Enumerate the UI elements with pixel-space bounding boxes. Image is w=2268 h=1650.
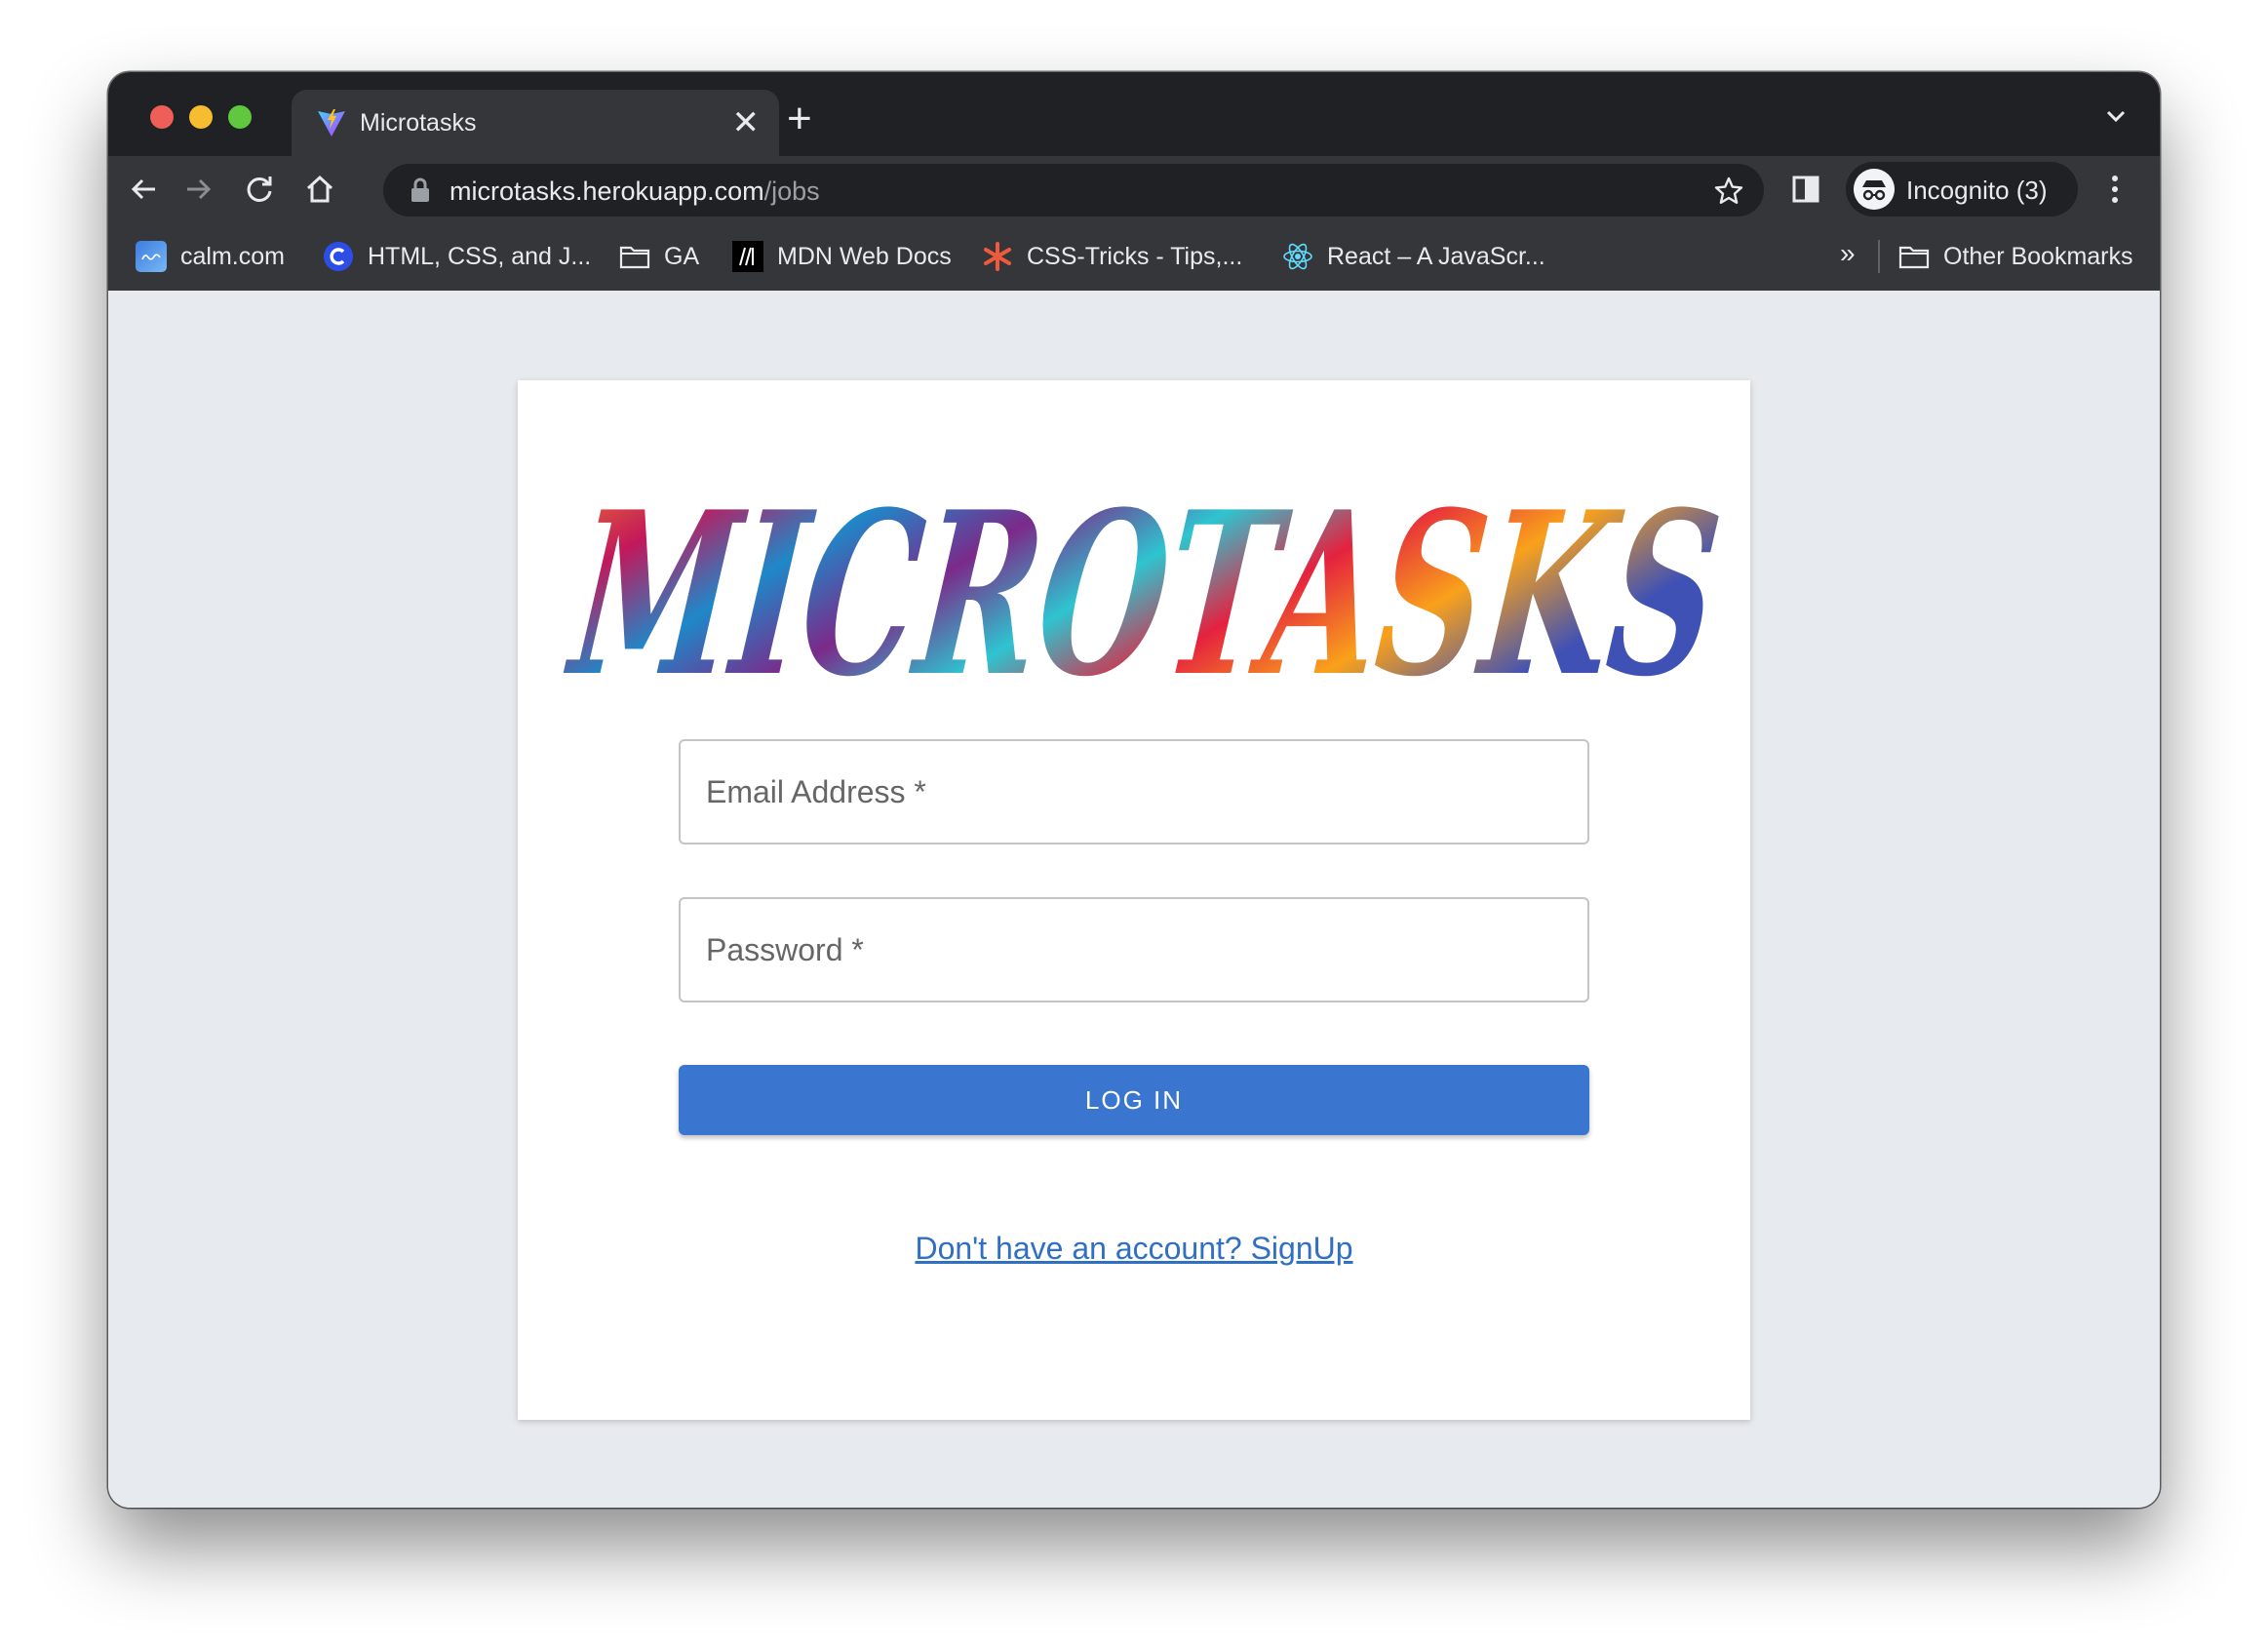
other-bookmarks[interactable]: Other Bookmarks xyxy=(1898,222,2133,291)
reload-icon[interactable] xyxy=(242,172,277,207)
url-host: microtasks.herokuapp.com xyxy=(450,177,764,206)
folder-icon xyxy=(1898,246,1930,269)
close-window-button[interactable] xyxy=(150,105,174,129)
bookmarks-overflow-button[interactable]: » xyxy=(1840,238,1856,269)
bookmark-folder-ga[interactable]: GA xyxy=(619,222,699,291)
bookmark-react[interactable]: React – A JavaScr... xyxy=(1282,222,1545,291)
email-field[interactable] xyxy=(679,739,1589,845)
other-bookmarks-label: Other Bookmarks xyxy=(1943,242,2133,270)
logo-text: MICROTASKS xyxy=(558,468,1727,722)
chevron-down-icon[interactable] xyxy=(2101,101,2131,131)
address-bar[interactable]: microtasks.herokuapp.com/jobs xyxy=(383,164,1764,216)
new-tab-button[interactable]: + xyxy=(787,98,812,140)
lock-icon[interactable] xyxy=(410,177,431,203)
tab-close-icon[interactable]: ✕ xyxy=(732,103,761,142)
login-card: MICROTASKS LOG IN Don't have an account?… xyxy=(518,380,1750,1420)
home-icon[interactable] xyxy=(302,172,337,207)
bookmark-label: MDN Web Docs xyxy=(777,242,952,270)
bookmark-calm[interactable]: calm.com xyxy=(136,222,285,291)
react-icon xyxy=(1283,243,1312,270)
tab-strip: Microtasks ✕ + xyxy=(108,72,2160,156)
calm-icon xyxy=(136,241,167,272)
bookmark-label: calm.com xyxy=(180,242,285,270)
login-button[interactable]: LOG IN xyxy=(679,1065,1589,1135)
bookmarks-divider xyxy=(1878,240,1880,273)
back-arrow-icon[interactable] xyxy=(126,172,161,207)
css-tricks-icon xyxy=(984,242,1011,271)
email-input[interactable] xyxy=(681,741,1587,843)
folder-icon xyxy=(619,246,650,269)
mdn-icon xyxy=(732,241,763,272)
password-input[interactable] xyxy=(681,899,1587,1001)
vite-icon xyxy=(318,109,345,137)
bookmark-label: GA xyxy=(664,242,700,270)
bookmark-html-css[interactable]: HTML, CSS, and J... xyxy=(323,222,591,291)
bookmark-mdn[interactable]: MDN Web Docs xyxy=(732,222,952,291)
side-panel-icon[interactable] xyxy=(1792,176,1819,203)
minimize-window-button[interactable] xyxy=(189,105,213,129)
browser-window: Microtasks ✕ + microtasks.herokuapp.com/… xyxy=(108,72,2160,1508)
page-content: MICROTASKS LOG IN Don't have an account?… xyxy=(108,291,2160,1508)
password-field[interactable] xyxy=(679,897,1589,1002)
incognito-label: Incognito (3) xyxy=(1906,176,2048,205)
tab-microtasks[interactable]: Microtasks ✕ xyxy=(292,90,779,156)
bookmark-label: CSS-Tricks - Tips,... xyxy=(1027,242,1243,270)
url-path: /jobs xyxy=(763,177,820,206)
incognito-profile-button[interactable]: Incognito (3) xyxy=(1846,162,2078,216)
bookmark-star-icon[interactable] xyxy=(1713,176,1744,207)
incognito-icon xyxy=(1854,169,1895,210)
browser-toolbar: microtasks.herokuapp.com/jobs Incognito … xyxy=(108,156,2160,222)
bookmarks-bar: calm.com HTML, CSS, and J... GA MDN Web … xyxy=(108,222,2160,292)
microtasks-logo: MICROTASKS xyxy=(558,468,1727,722)
bookmark-css-tricks[interactable]: CSS-Tricks - Tips,... xyxy=(982,222,1242,291)
kebab-menu-icon[interactable] xyxy=(2109,172,2121,207)
bookmark-label: HTML, CSS, and J... xyxy=(368,242,592,270)
signup-link[interactable]: Don't have an account? SignUp xyxy=(518,1231,1750,1267)
c-logo-icon xyxy=(324,242,353,271)
zoom-window-button[interactable] xyxy=(228,105,252,129)
browser-chrome: Microtasks ✕ + microtasks.herokuapp.com/… xyxy=(108,72,2160,292)
bookmark-label: React – A JavaScr... xyxy=(1327,242,1545,270)
tab-title: Microtasks xyxy=(360,109,477,137)
url-text[interactable]: microtasks.herokuapp.com/jobs xyxy=(450,177,820,207)
forward-arrow-icon[interactable] xyxy=(181,172,216,207)
